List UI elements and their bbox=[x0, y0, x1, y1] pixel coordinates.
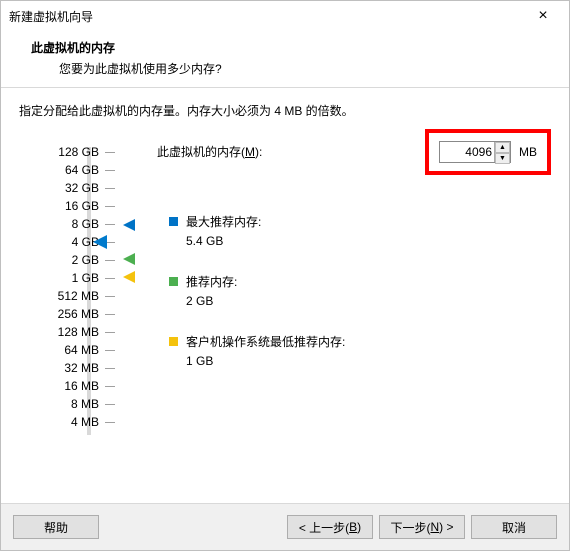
tick: 64 MB bbox=[19, 341, 115, 359]
titlebar: 新建虚拟机向导 × bbox=[1, 1, 569, 31]
tick: 4 MB bbox=[19, 413, 115, 431]
help-button[interactable]: 帮助 bbox=[13, 515, 99, 539]
memory-field-label: 此虚拟机的内存(M): bbox=[157, 143, 262, 160]
tick: 32 MB bbox=[19, 359, 115, 377]
page-title: 此虚拟机的内存 bbox=[31, 39, 549, 56]
description-text: 指定分配给此虚拟机的内存量。内存大小必须为 4 MB 的倍数。 bbox=[19, 102, 551, 119]
spin-up-icon[interactable]: ▲ bbox=[495, 142, 510, 153]
tick: 128 MB bbox=[19, 323, 115, 341]
memory-slider-handle[interactable] bbox=[93, 235, 107, 249]
square-icon bbox=[169, 277, 178, 286]
tick: 2 GB bbox=[19, 251, 115, 269]
legend-max: 最大推荐内存: 5.4 GB bbox=[169, 213, 261, 248]
square-icon bbox=[169, 337, 178, 346]
memory-value[interactable]: 4096 bbox=[440, 145, 494, 159]
tick: 8 GB bbox=[19, 215, 115, 233]
tick: 16 GB bbox=[19, 197, 115, 215]
tick: 256 MB bbox=[19, 305, 115, 323]
memory-input-highlight: 4096 ▲ ▼ MB bbox=[425, 129, 551, 175]
tick: 64 GB bbox=[19, 161, 115, 179]
page-subtitle: 您要为此虚拟机使用多少内存? bbox=[31, 56, 549, 77]
max-memory-marker-icon bbox=[123, 219, 135, 231]
close-icon[interactable]: × bbox=[525, 8, 561, 24]
recommended-memory-marker-icon bbox=[123, 253, 135, 265]
wizard-header: 此虚拟机的内存 您要为此虚拟机使用多少内存? bbox=[1, 31, 569, 87]
square-icon bbox=[169, 217, 178, 226]
next-button[interactable]: 下一步(N) > bbox=[379, 515, 465, 539]
back-button[interactable]: < 上一步(B) bbox=[287, 515, 373, 539]
min-memory-marker-icon bbox=[123, 271, 135, 283]
tick: 128 GB bbox=[19, 143, 115, 161]
tick: 512 MB bbox=[19, 287, 115, 305]
legend-min: 客户机操作系统最低推荐内存: 1 GB bbox=[169, 333, 345, 368]
legend-recommended: 推荐内存: 2 GB bbox=[169, 273, 237, 308]
window-title: 新建虚拟机向导 bbox=[9, 8, 93, 25]
tick: 1 GB bbox=[19, 269, 115, 287]
tick: 32 GB bbox=[19, 179, 115, 197]
tick: 8 MB bbox=[19, 395, 115, 413]
spin-down-icon[interactable]: ▼ bbox=[495, 153, 510, 164]
tick: 16 MB bbox=[19, 377, 115, 395]
memory-scale: 128 GB 64 GB 32 GB 16 GB 8 GB 4 GB 2 GB … bbox=[19, 143, 115, 443]
cancel-button[interactable]: 取消 bbox=[471, 515, 557, 539]
memory-spinbox[interactable]: 4096 ▲ ▼ bbox=[439, 141, 511, 163]
memory-unit: MB bbox=[519, 145, 537, 159]
